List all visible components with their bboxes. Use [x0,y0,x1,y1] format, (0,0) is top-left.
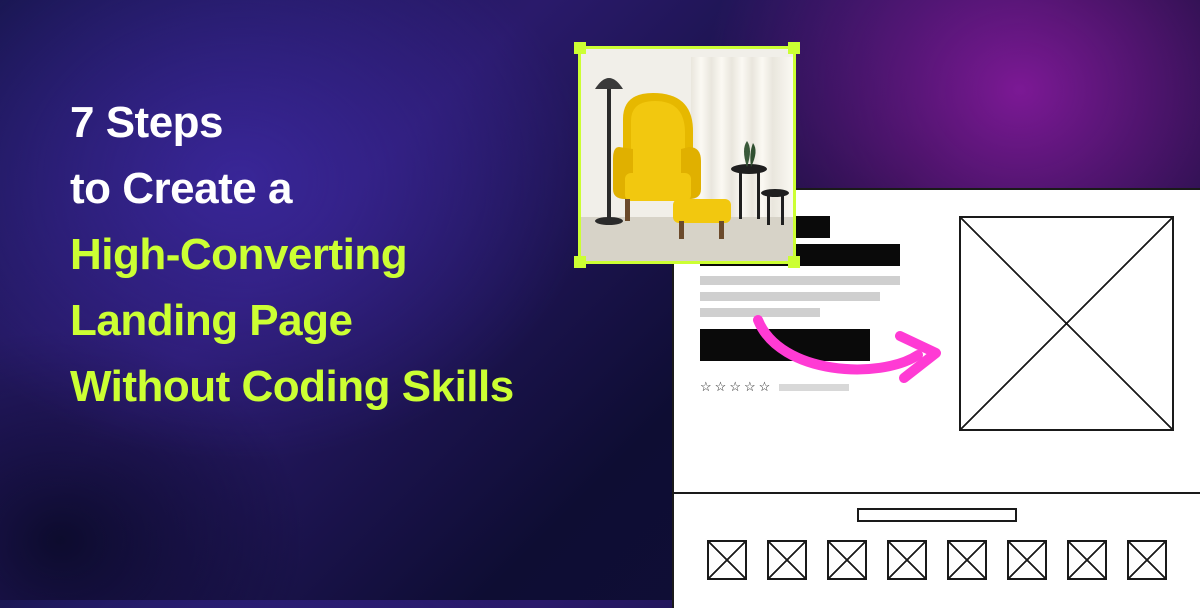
star-icon: ☆ [729,379,741,395]
wireframe-thumbnail [1067,540,1107,580]
armchair-photo [581,49,793,261]
wireframe-thumbnail [707,540,747,580]
draggable-image[interactable] [578,46,796,264]
wireframe-divider [674,492,1200,494]
wireframe-gallery-section [674,508,1200,580]
wireframe-rating: ☆ ☆ ☆ ☆ ☆ [700,379,940,395]
star-icon: ☆ [715,379,727,395]
resize-handle-tr[interactable] [788,42,800,54]
wireframe-thumbnail [1127,540,1167,580]
wireframe-thumbnail [947,540,987,580]
headline-line-2: to Create a [70,156,514,222]
wireframe-image-placeholder [959,216,1174,431]
wireframe-body-line [700,308,820,317]
wireframe-thumbnail-row [674,540,1200,580]
wireframe-body-line [700,276,900,285]
headline: 7 Steps to Create a High-Converting Land… [70,90,514,420]
headline-line-1: 7 Steps [70,90,514,156]
star-icon: ☆ [744,379,756,395]
star-icon: ☆ [759,379,771,395]
wireframe-thumbnail [1007,540,1047,580]
headline-line-3: High-Converting [70,222,514,288]
wireframe-thumbnail [767,540,807,580]
wireframe-thumbnail [887,540,927,580]
wireframe-thumbnail [827,540,867,580]
resize-handle-bl[interactable] [574,256,586,268]
resize-handle-tl[interactable] [574,42,586,54]
wireframe-cta-button [700,329,870,361]
resize-handle-br[interactable] [788,256,800,268]
wireframe-rating-text [779,384,849,391]
star-icon: ☆ [700,379,712,395]
wireframe-body-line [700,292,880,301]
headline-line-5: Without Coding Skills [70,354,514,420]
wireframe-section-title [857,508,1017,522]
headline-line-4: Landing Page [70,288,514,354]
